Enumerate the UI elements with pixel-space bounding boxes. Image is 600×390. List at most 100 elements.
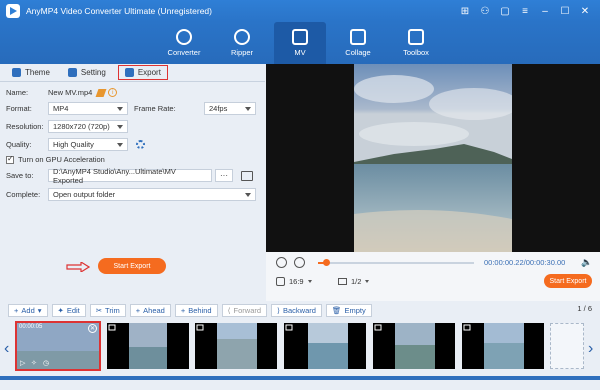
panel-tabs: Theme Setting Export (0, 64, 265, 82)
quality-select[interactable]: High Quality (48, 138, 128, 151)
palette-icon (12, 68, 21, 77)
close-icon[interactable]: ✕ (88, 324, 97, 333)
behind-button[interactable]: + Behind (174, 303, 218, 317)
fraction-value: 1/2 (351, 277, 362, 286)
backward-icon: ⟩ (277, 305, 280, 315)
play-icon[interactable]: ▷ (20, 359, 25, 367)
save-path-value: D:\AnyMP4 Studio\Any...Ultimate\MV Expor… (53, 166, 176, 185)
clip-thumb-4[interactable] (284, 323, 366, 369)
info-icon[interactable]: i (108, 88, 118, 97)
edit-label: Edit (66, 305, 80, 315)
start-export-button[interactable]: Start Export (98, 258, 166, 274)
nav-mv[interactable]: MV (274, 22, 326, 64)
quality-row: Quality: High Quality (6, 138, 145, 151)
scissors-icon: ✂ (95, 305, 103, 315)
disc-icon (234, 29, 250, 45)
stop-icon[interactable] (294, 257, 305, 268)
save-row: Save to: D:\AnyMP4 Studio\Any...Ultimate… (6, 166, 253, 185)
tab-export[interactable]: Export (117, 65, 168, 80)
backward-label: Backward (282, 305, 316, 315)
progress-track[interactable] (318, 259, 474, 266)
nav-collage[interactable]: Collage (332, 22, 384, 64)
clip-image (462, 323, 544, 369)
backward-button[interactable]: ⟩ Backward (271, 303, 322, 317)
clip-thumb-2[interactable] (107, 323, 189, 369)
minimize-icon[interactable]: – (536, 2, 554, 20)
gpu-checkbox[interactable] (6, 154, 14, 164)
fraction-control[interactable]: 1/2 (338, 277, 370, 286)
ahead-button[interactable]: + Ahead (129, 303, 171, 317)
clip-thumb-1[interactable]: 00:00:05 ✕ ▷ ✧ ◷ (15, 321, 101, 371)
framerate-value: 24fps (209, 104, 228, 113)
name-value: New MV.mp4 (48, 88, 93, 97)
ratio-value: 16:9 (289, 277, 304, 286)
browse-button[interactable]: ··· (215, 169, 233, 182)
clip-thumb-3[interactable] (195, 323, 277, 369)
gear-icon[interactable] (136, 140, 145, 149)
clip-duration: 00:00:05 (19, 324, 43, 330)
clip-image (107, 323, 189, 369)
clock-icon[interactable]: ◷ (43, 359, 49, 367)
chevron-down-icon (307, 280, 312, 283)
framerate-select[interactable]: 24fps (204, 102, 256, 115)
pencil-icon[interactable] (95, 88, 107, 97)
window-controls: ⊞ ⚇ ▢ ≡ – ☐ ✕ (456, 2, 594, 20)
nav-ripper[interactable]: Ripper (216, 22, 268, 64)
chevron-down-icon (365, 280, 370, 283)
clip-thumb-5[interactable] (373, 323, 455, 369)
tab-theme[interactable]: Theme (6, 66, 56, 79)
start-export-small-button[interactable]: Start Export (544, 274, 592, 288)
cart-icon[interactable]: ⊞ (456, 2, 474, 20)
user-icon[interactable]: ⚇ (476, 2, 494, 20)
time-readout: 00:00:00.22/00:00:30.00 (484, 258, 566, 267)
ratio-control[interactable]: 16:9 (276, 277, 312, 286)
nav-converter[interactable]: Converter (158, 22, 210, 64)
add-clip-slot[interactable] (550, 323, 584, 369)
converter-icon (176, 29, 192, 45)
play-icon[interactable] (276, 257, 287, 268)
forward-label: Forward (233, 305, 262, 315)
nav-toolbox-label: Toolbox (403, 48, 429, 57)
monitor-icon (338, 278, 347, 285)
clip-thumb-6[interactable] (462, 323, 544, 369)
maximize-icon[interactable]: ☐ (556, 2, 574, 20)
empty-button[interactable]: 🗑 Empty (325, 303, 372, 317)
forward-button[interactable]: ⟨ Forward (221, 303, 268, 317)
image-icon (292, 29, 308, 45)
add-button[interactable]: + Add ▾ (8, 303, 48, 317)
format-row: Format: MP4 Frame Rate: 24fps (6, 102, 256, 115)
gpu-label: Turn on GPU Acceleration (18, 155, 105, 164)
resolution-select[interactable]: 1280x720 (720p) (48, 120, 128, 133)
chevron-left-icon[interactable]: ‹ (4, 340, 9, 358)
complete-select[interactable]: Open output folder (48, 188, 256, 201)
export-icon (124, 68, 134, 77)
folder-icon[interactable] (241, 170, 253, 181)
progress-handle[interactable] (322, 259, 330, 266)
edit-button[interactable]: ✦ Edit (51, 303, 86, 317)
chevron-right-icon[interactable]: › (588, 340, 593, 358)
chat-icon[interactable]: ▢ (496, 2, 514, 20)
name-label: Name: (6, 88, 29, 97)
quality-label: Quality: (6, 140, 32, 149)
volume-icon[interactable]: 🔈 (581, 257, 592, 268)
name-row: Name: New MV.mp4 i (6, 88, 118, 97)
format-select[interactable]: MP4 (48, 102, 128, 115)
quality-value: High Quality (53, 140, 94, 149)
tab-setting[interactable]: Setting (62, 66, 112, 79)
trim-button[interactable]: ✂ Trim (89, 303, 126, 317)
add-label: Add (21, 305, 35, 315)
effect-icon[interactable]: ✧ (31, 359, 37, 367)
clip-image (284, 323, 366, 369)
forward-icon: ⟨ (227, 305, 231, 315)
save-path-field[interactable]: D:\AnyMP4 Studio\Any...Ultimate\MV Expor… (48, 166, 212, 185)
close-icon[interactable]: ✕ (576, 2, 594, 20)
nav-toolbox[interactable]: Toolbox (390, 22, 442, 64)
format-label: Format: (6, 104, 32, 113)
chevron-down-icon (245, 193, 251, 197)
main-nav: Converter Ripper MV Collage Toolbox (0, 22, 600, 64)
menu-icon[interactable]: ≡ (516, 2, 534, 20)
timeline-scrollbar[interactable] (0, 376, 600, 380)
resolution-label: Resolution: (6, 122, 44, 131)
resolution-row: Resolution: 1280x720 (720p) (6, 120, 128, 133)
empty-label: Empty (344, 305, 366, 315)
